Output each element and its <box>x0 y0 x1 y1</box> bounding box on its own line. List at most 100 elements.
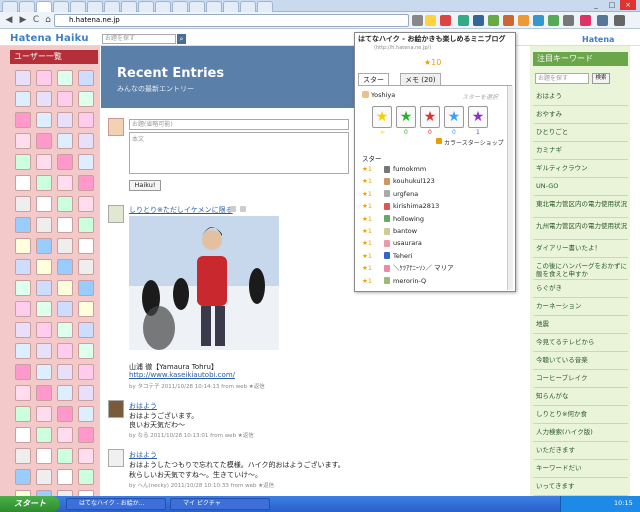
user-avatar[interactable] <box>15 280 31 296</box>
extension-icon[interactable] <box>533 15 544 26</box>
keyword-item[interactable]: いただきます <box>533 442 628 460</box>
user-avatar[interactable] <box>78 91 94 107</box>
browser-tab[interactable] <box>87 1 103 12</box>
user-avatar[interactable] <box>57 364 73 380</box>
keyword-item[interactable]: ギルティクラウン <box>533 160 628 178</box>
color-star-button[interactable]: ★ <box>396 106 416 128</box>
user-avatar[interactable] <box>36 133 52 149</box>
browser-tab[interactable] <box>36 1 52 12</box>
keyword-item[interactable]: キーワードだい <box>533 460 628 478</box>
extension-icon[interactable] <box>458 15 469 26</box>
extension-icon[interactable] <box>580 15 591 26</box>
extension-icon[interactable] <box>503 15 514 26</box>
user-avatar[interactable] <box>15 196 31 212</box>
user-avatar[interactable] <box>15 175 31 191</box>
star-username[interactable]: usaurara <box>393 239 422 247</box>
user-avatar[interactable] <box>57 175 73 191</box>
star-username[interactable]: bantow <box>393 227 417 235</box>
user-avatar[interactable] <box>57 112 73 128</box>
user-avatar[interactable] <box>57 238 73 254</box>
user-avatar[interactable] <box>15 70 31 86</box>
tab-memo[interactable]: メモ (20) <box>400 73 441 85</box>
browser-tab[interactable] <box>172 1 188 12</box>
user-avatar[interactable] <box>36 196 52 212</box>
keyword-item[interactable]: この後にハンバーグをおかずに飯を食えと申すか <box>533 258 628 280</box>
user-avatar[interactable] <box>36 217 52 233</box>
bookmark-icon[interactable] <box>240 206 246 212</box>
keyword-item[interactable]: 今見てるテレビから <box>533 334 628 352</box>
keyword-item[interactable]: しりとり※何か食 <box>533 406 628 424</box>
user-avatar[interactable] <box>15 427 31 443</box>
home-icon[interactable]: ⌂ <box>42 14 54 26</box>
browser-tab[interactable] <box>257 1 273 12</box>
keyword-item[interactable]: 知らんがな <box>533 388 628 406</box>
user-avatar[interactable] <box>15 448 31 464</box>
star-username[interactable]: kouhukul123 <box>393 177 435 185</box>
close-button[interactable]: × <box>620 0 636 10</box>
user-avatar[interactable] <box>78 259 94 275</box>
keyword-item[interactable]: らぐがき <box>533 280 628 298</box>
user-avatar[interactable] <box>78 364 94 380</box>
reload-icon[interactable]: C <box>30 14 42 26</box>
user-avatar[interactable] <box>36 154 52 170</box>
star-entry[interactable]: ★1 fumokmm <box>362 163 502 175</box>
maximize-button[interactable]: □ <box>604 0 620 10</box>
star-entry[interactable]: ★1 urgfena <box>362 188 502 200</box>
user-avatar[interactable] <box>15 91 31 107</box>
user-avatar[interactable] <box>57 322 73 338</box>
browser-tab[interactable] <box>240 1 256 12</box>
keyword-item[interactable]: カミナギ <box>533 142 628 160</box>
color-star-button[interactable]: ★ <box>468 106 488 128</box>
user-avatar[interactable] <box>78 343 94 359</box>
star-username[interactable]: hollowing <box>393 215 424 223</box>
hatena-logo[interactable]: Hatena <box>582 35 614 44</box>
star-username[interactable]: urgfena <box>393 190 418 198</box>
body-textarea[interactable]: 本文 <box>129 132 349 174</box>
avatar[interactable] <box>108 449 124 467</box>
user-avatar[interactable] <box>15 238 31 254</box>
user-avatar[interactable] <box>36 280 52 296</box>
wrench-icon[interactable] <box>614 15 625 26</box>
star-username[interactable]: kirishima2813 <box>393 202 439 210</box>
color-star-button[interactable]: ★ <box>444 106 464 128</box>
user-avatar[interactable] <box>78 427 94 443</box>
user-avatar[interactable] <box>78 112 94 128</box>
avatar[interactable] <box>108 400 124 418</box>
user-avatar[interactable] <box>78 301 94 317</box>
user-avatar[interactable] <box>15 217 31 233</box>
keyword-search-button[interactable]: 検索 <box>592 73 610 84</box>
keyword-item[interactable]: コーヒーブレイク <box>533 370 628 388</box>
extension-icon[interactable] <box>548 15 559 26</box>
user-avatar[interactable] <box>15 322 31 338</box>
user-avatar[interactable] <box>36 406 52 422</box>
star-entry[interactable]: ★1 hollowing <box>362 213 502 225</box>
keyword-search-input[interactable]: お題を探す <box>535 73 589 84</box>
forward-icon[interactable]: ▶ <box>17 14 29 26</box>
taskbar-item-pictures[interactable]: マイ ピクチャ <box>170 498 270 510</box>
user-avatar[interactable] <box>78 448 94 464</box>
star-entry[interactable]: ★1 kirishima2813 <box>362 200 502 212</box>
browser-tab[interactable] <box>223 1 239 12</box>
browser-tab[interactable] <box>19 1 35 12</box>
star-username[interactable]: fumokmm <box>393 165 426 173</box>
post-title-link[interactable]: しりとり※ただしイケメンに限る <box>129 205 233 215</box>
extension-icon[interactable] <box>563 15 574 26</box>
keyword-item[interactable]: 東北電力管区内の電力使用状況 <box>533 196 628 218</box>
keyword-item[interactable]: ひとりごと <box>533 124 628 142</box>
star-entry[interactable]: ★1 bantow <box>362 225 502 237</box>
browser-tab[interactable] <box>138 1 154 12</box>
user-avatar[interactable] <box>15 112 31 128</box>
browser-tab[interactable] <box>2 1 18 12</box>
user-avatar[interactable] <box>36 469 52 485</box>
user-avatar[interactable] <box>57 469 73 485</box>
user-avatar[interactable] <box>78 385 94 401</box>
site-logo[interactable]: Hatena Haiku <box>10 33 89 44</box>
keyword-item[interactable]: 人力検索(ハイク版) <box>533 424 628 442</box>
avatar[interactable] <box>108 205 124 223</box>
user-avatar[interactable] <box>78 322 94 338</box>
page-icon[interactable] <box>412 15 423 26</box>
taskbar-item-browser[interactable]: はてなハイク - お絵か... <box>66 498 166 510</box>
browser-tab[interactable] <box>121 1 137 12</box>
user-avatar[interactable] <box>78 280 94 296</box>
user-avatar[interactable] <box>36 259 52 275</box>
